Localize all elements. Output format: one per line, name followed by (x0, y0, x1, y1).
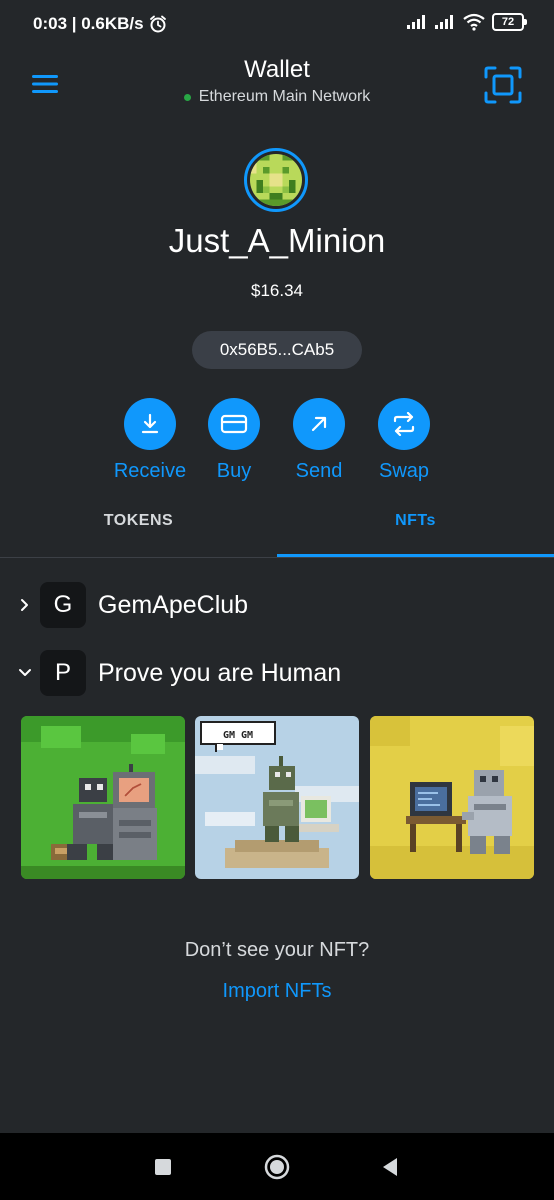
swap-icon (393, 412, 415, 436)
receive-button[interactable]: Receive (105, 398, 195, 483)
missing-nft-prompt: Don’t see your NFT? (184, 939, 370, 961)
square-icon[interactable] (149, 1153, 177, 1181)
tabs-divider (0, 557, 554, 558)
swap-circle[interactable] (378, 398, 430, 450)
wifi-icon (463, 13, 485, 31)
send-label: Send (295, 460, 343, 482)
collection-icon: G (40, 582, 86, 628)
battery-indicator: 72 (492, 13, 527, 31)
nft-image (21, 716, 185, 879)
nft-image: GM GM (195, 716, 359, 879)
chevron-right-icon (21, 599, 28, 611)
status-bar: 0:03 | 0.6KB/s 72 (0, 0, 554, 50)
signal-icon (435, 15, 453, 29)
buy-circle[interactable] (208, 398, 260, 450)
nft-image (370, 716, 534, 879)
network-indicator[interactable]: Ethereum Main Network (0, 88, 554, 106)
card-icon (220, 414, 248, 434)
alarm-icon (149, 15, 166, 33)
wallet-screen: 0:03 | 0.6KB/s 72 Wallet Ethereum Main N… (0, 0, 554, 1200)
send-circle[interactable] (293, 398, 345, 450)
send-button[interactable]: Send (274, 398, 364, 483)
active-tab-indicator (277, 554, 554, 557)
account-name[interactable]: Just_A_Minion (0, 222, 554, 260)
signal-icon (407, 15, 425, 29)
buy-button[interactable]: Buy (189, 398, 279, 483)
page-title: Wallet (244, 56, 310, 83)
scan-qr-icon[interactable] (484, 66, 522, 104)
chevron-down-icon (19, 669, 31, 676)
status-left: 0:03 | 0.6KB/s (33, 14, 168, 34)
receive-circle[interactable] (124, 398, 176, 450)
status-right: 72 (406, 13, 527, 31)
system-nav-bar (0, 1133, 554, 1200)
nft-thumbnail[interactable] (370, 716, 534, 879)
collection-prove-you-are-human[interactable]: P Prove you are Human (0, 650, 554, 696)
account-avatar[interactable] (244, 148, 308, 212)
account-balance: $16.34 (251, 281, 303, 300)
nft-thumbnail[interactable]: GM GM (195, 716, 359, 879)
collection-gemapeclub[interactable]: G GemApeClub (0, 582, 554, 628)
swap-label: Swap (378, 460, 430, 482)
tab-tokens[interactable]: TOKENS (0, 512, 277, 530)
download-icon (141, 413, 159, 434)
nft-thumbnail[interactable] (21, 716, 185, 879)
collection-name: Prove you are Human (98, 658, 342, 687)
import-nfts-link[interactable]: Import NFTs (0, 980, 554, 1003)
collection-name: GemApeClub (98, 590, 249, 619)
buy-label: Buy (216, 460, 252, 482)
network-status-dot (183, 93, 191, 101)
collection-icon: P (40, 650, 86, 696)
nft-speech-text: GM GM (223, 730, 253, 741)
receive-label: Receive (113, 460, 187, 482)
swap-button[interactable]: Swap (359, 398, 449, 483)
account-address-copy[interactable]: 0x56B5...CAb5 (192, 331, 362, 369)
status-time-speed: 0:03 | 0.6KB/s (33, 14, 144, 33)
arrow-up-right-icon (311, 416, 327, 432)
avatar (250, 154, 302, 206)
tab-nfts[interactable]: NFTs (277, 512, 554, 530)
back-triangle-icon[interactable] (377, 1153, 405, 1181)
network-name: Ethereum Main Network (198, 88, 371, 105)
circle-icon[interactable] (263, 1153, 291, 1181)
